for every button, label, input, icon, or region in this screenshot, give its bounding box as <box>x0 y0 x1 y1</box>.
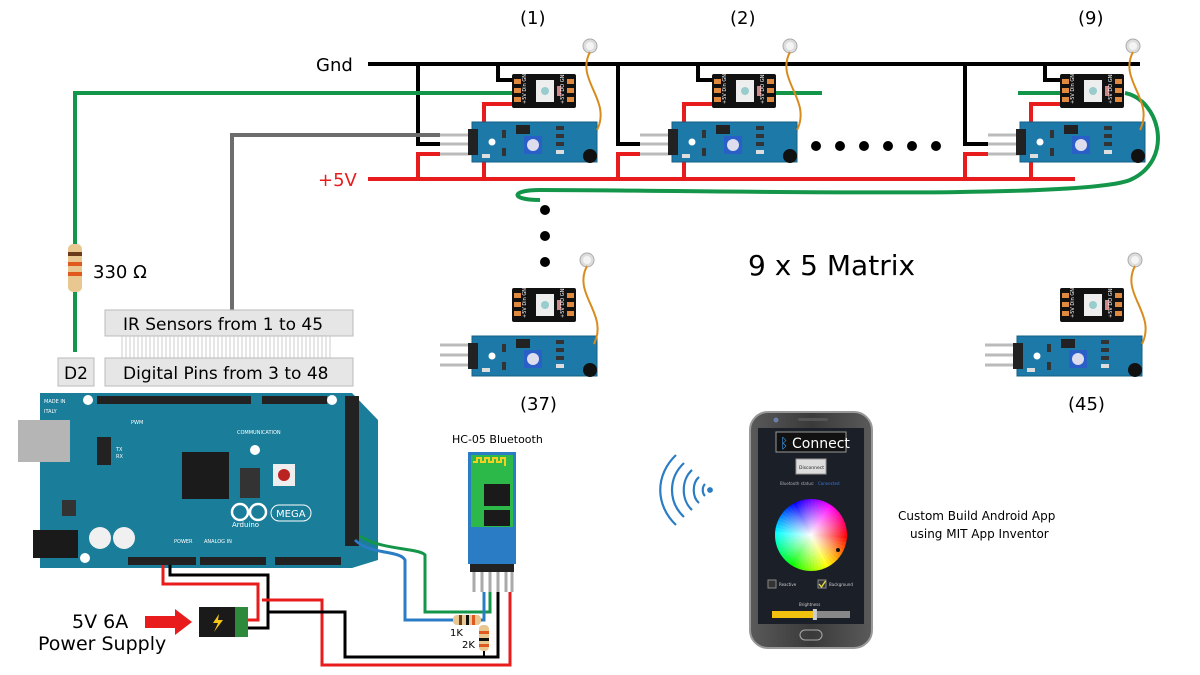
bluetooth-status-label: Bluetooth status: <box>780 481 814 486</box>
arduino-model: MEGA <box>276 509 306 520</box>
sensor-node-45 <box>1012 252 1147 378</box>
resistor-2k-label: 2K <box>462 640 475 651</box>
hc05-module <box>468 452 516 592</box>
vertical-ellipsis <box>540 205 550 267</box>
module-label-1: (1) <box>520 8 546 29</box>
sensor-node-9 <box>1015 38 1146 164</box>
arduino-pwm: PWM <box>131 420 143 426</box>
bluetooth-icon: ᛒ <box>780 436 788 452</box>
reactive-label: Reactive <box>779 582 797 587</box>
matrix-label: 9 x 5 Matrix <box>748 249 915 282</box>
module-label-2: (2) <box>730 8 756 29</box>
d2-label: D2 <box>64 364 88 384</box>
resistor-label: 330 Ω <box>93 262 147 283</box>
arduino-brand: Arduino <box>232 521 259 529</box>
sensor-node-37 <box>467 252 599 378</box>
resistor-330 <box>68 244 82 292</box>
module-label-9: (9) <box>1078 8 1104 29</box>
app-caption-line2: using MIT App Inventor <box>910 527 1049 541</box>
brightness-thumb[interactable] <box>812 609 817 620</box>
brightness-fill <box>772 611 815 618</box>
module-label-37: (37) <box>520 394 557 415</box>
vcc-label: +5V <box>318 170 358 191</box>
bluetooth-status-value: Connected <box>818 481 840 486</box>
sensor-node-2 <box>667 38 802 164</box>
app-caption-line1: Custom Build Android App <box>898 509 1055 523</box>
color-wheel[interactable] <box>775 499 847 572</box>
arduino-made-in: MADE IN <box>44 399 66 405</box>
hc05-label: HC-05 Bluetooth <box>452 433 543 446</box>
arduino-analog: ANALOG IN <box>204 539 232 545</box>
resistor-2k <box>479 625 489 658</box>
ribbon-cable <box>121 336 331 358</box>
digital-pins-label: Digital Pins from 3 to 48 <box>123 364 328 384</box>
gnd-label: Gnd <box>316 55 353 76</box>
resistor-1k-label: 1K <box>450 628 463 639</box>
background-label: Background <box>829 582 853 587</box>
signal-wire <box>230 133 440 310</box>
color-picker-handle[interactable] <box>836 548 840 552</box>
ir-pin-headers <box>440 133 1020 367</box>
power-supply-line1: 5V 6A <box>72 611 128 633</box>
arrow-icon <box>145 609 192 635</box>
reactive-checkbox[interactable] <box>767 579 777 589</box>
horizontal-ellipsis <box>811 141 941 151</box>
wireless-signal-icon <box>659 454 713 526</box>
disconnect-button-label: Disconnect <box>799 465 824 471</box>
power-supply-line2: Power Supply <box>38 633 166 655</box>
power-jack <box>199 607 248 637</box>
ir-sensors-label: IR Sensors from 1 to 45 <box>123 315 323 335</box>
arduino-italy: ITALY <box>44 409 58 415</box>
resistor-1k <box>453 615 481 625</box>
module-label-45: (45) <box>1068 394 1105 415</box>
app-title: Connect <box>792 436 850 452</box>
sensor-node-1 <box>467 38 602 164</box>
arduino-rx: RX <box>116 454 123 460</box>
arduino-mega-board: MADE IN ITALY PWM COMMUNICATION TX RX PO… <box>18 393 378 568</box>
arduino-power: POWER <box>174 539 193 545</box>
wiring-diagram: +5V Din GND +5V DO GND (1) (2) (9) Gnd +… <box>18 8 1160 667</box>
brightness-label: Brightness <box>799 602 820 607</box>
arduino-tx: TX <box>115 447 123 453</box>
arduino-comm: COMMUNICATION <box>237 430 281 436</box>
